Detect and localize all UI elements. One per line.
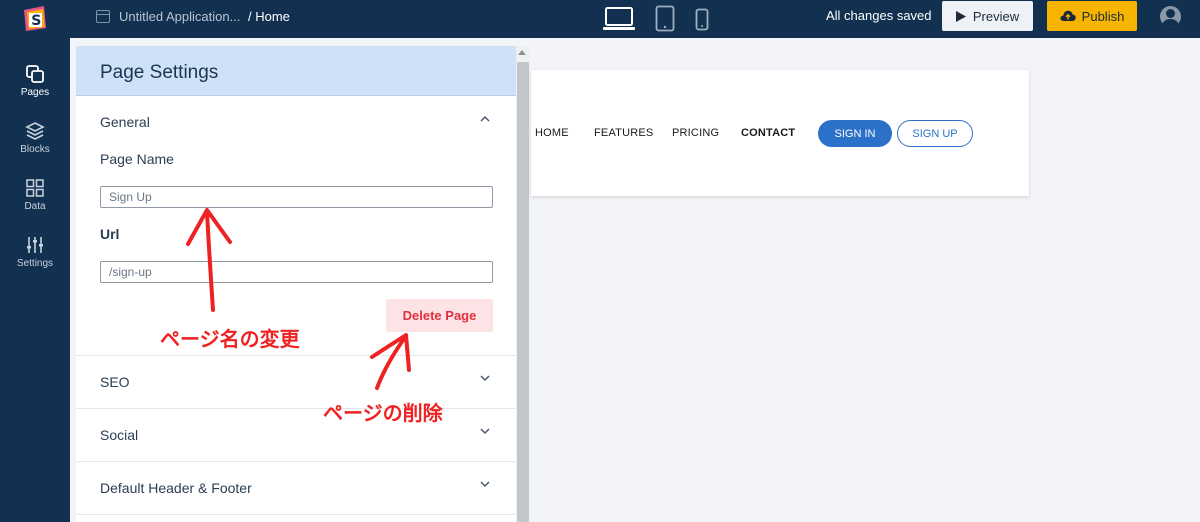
social-section-header[interactable]: Social xyxy=(76,409,516,461)
save-status: All changes saved xyxy=(826,8,932,23)
rail-item-data[interactable]: Data xyxy=(0,178,70,212)
svg-text:S: S xyxy=(31,13,41,29)
header-footer-section-title: Default Header & Footer xyxy=(100,480,252,496)
data-grid-icon xyxy=(26,179,44,197)
rail-item-label: Data xyxy=(24,201,46,212)
desktop-view-icon[interactable] xyxy=(603,6,635,32)
annotation-arrow-diagonal-icon xyxy=(370,333,411,390)
chevron-down-icon xyxy=(480,428,490,435)
url-label: Url xyxy=(100,226,120,242)
page-preview-header[interactable]: HOME FEATURES PRICING CONTACT SIGN IN SI… xyxy=(531,70,1029,196)
nav-link-features[interactable]: FEATURES xyxy=(594,127,653,139)
tablet-view-icon[interactable] xyxy=(655,5,675,33)
rail-item-label: Blocks xyxy=(20,144,50,155)
page-name-label: Page Name xyxy=(100,151,174,167)
annotation-arrow-up-icon xyxy=(186,208,232,312)
delete-page-button[interactable]: Delete Page xyxy=(386,299,493,332)
url-input[interactable] xyxy=(100,261,493,283)
breadcrumb[interactable]: / Home xyxy=(248,9,290,24)
app-title[interactable]: Untitled Application... xyxy=(119,9,240,24)
rail-item-blocks[interactable]: Blocks xyxy=(0,121,70,155)
play-icon xyxy=(955,10,966,22)
rail-item-settings[interactable]: Settings xyxy=(0,235,70,269)
nav-link-contact[interactable]: CONTACT xyxy=(741,127,795,139)
nav-link-pricing[interactable]: PRICING xyxy=(672,127,719,139)
sliders-icon xyxy=(27,237,43,253)
annotation-delete-text: ページの削除 xyxy=(323,401,443,425)
application-icon xyxy=(96,10,110,23)
scroll-up-arrow-icon[interactable] xyxy=(518,50,526,55)
social-section-title: Social xyxy=(100,427,139,443)
rail-item-label: Settings xyxy=(16,258,54,269)
seo-section-header[interactable]: SEO xyxy=(76,356,516,408)
blocks-icon xyxy=(25,122,45,140)
nav-link-home[interactable]: HOME xyxy=(535,127,569,139)
rail-item-pages[interactable]: Pages xyxy=(0,64,70,98)
scrollbar-thumb[interactable] xyxy=(517,62,529,522)
page-name-input[interactable] xyxy=(100,186,493,208)
chevron-down-icon xyxy=(480,481,490,488)
sign-in-button[interactable]: SIGN IN xyxy=(818,120,892,147)
panel-title: Page Settings xyxy=(76,46,516,96)
sign-up-button[interactable]: SIGN UP xyxy=(897,120,973,147)
user-avatar-icon[interactable] xyxy=(1160,6,1181,27)
chevron-up-icon xyxy=(480,115,490,122)
app-logo-icon[interactable]: S xyxy=(22,4,48,32)
publish-button[interactable]: Publish xyxy=(1047,1,1137,31)
general-section-title: General xyxy=(100,114,150,130)
page-settings-panel: Page Settings General Page Name Url Dele… xyxy=(76,46,516,522)
top-bar: S Untitled Application... / Home All cha… xyxy=(0,0,1200,38)
preview-button[interactable]: Preview xyxy=(942,1,1033,31)
annotation-rename-text: ページ名の変更 xyxy=(160,327,300,351)
cloud-upload-icon xyxy=(1060,10,1076,21)
divider xyxy=(76,514,516,515)
header-footer-section-header[interactable]: Default Header & Footer xyxy=(76,462,516,514)
pages-icon xyxy=(26,65,44,83)
rail-item-label: Pages xyxy=(20,87,50,98)
preview-label: Preview xyxy=(972,8,1020,24)
mobile-view-icon[interactable] xyxy=(695,8,709,32)
general-section-header[interactable]: General xyxy=(76,97,516,149)
publish-label: Publish xyxy=(1081,8,1125,24)
left-rail: Pages Blocks Data Settings xyxy=(0,38,70,522)
chevron-down-icon xyxy=(480,375,490,382)
seo-section-title: SEO xyxy=(100,374,130,390)
